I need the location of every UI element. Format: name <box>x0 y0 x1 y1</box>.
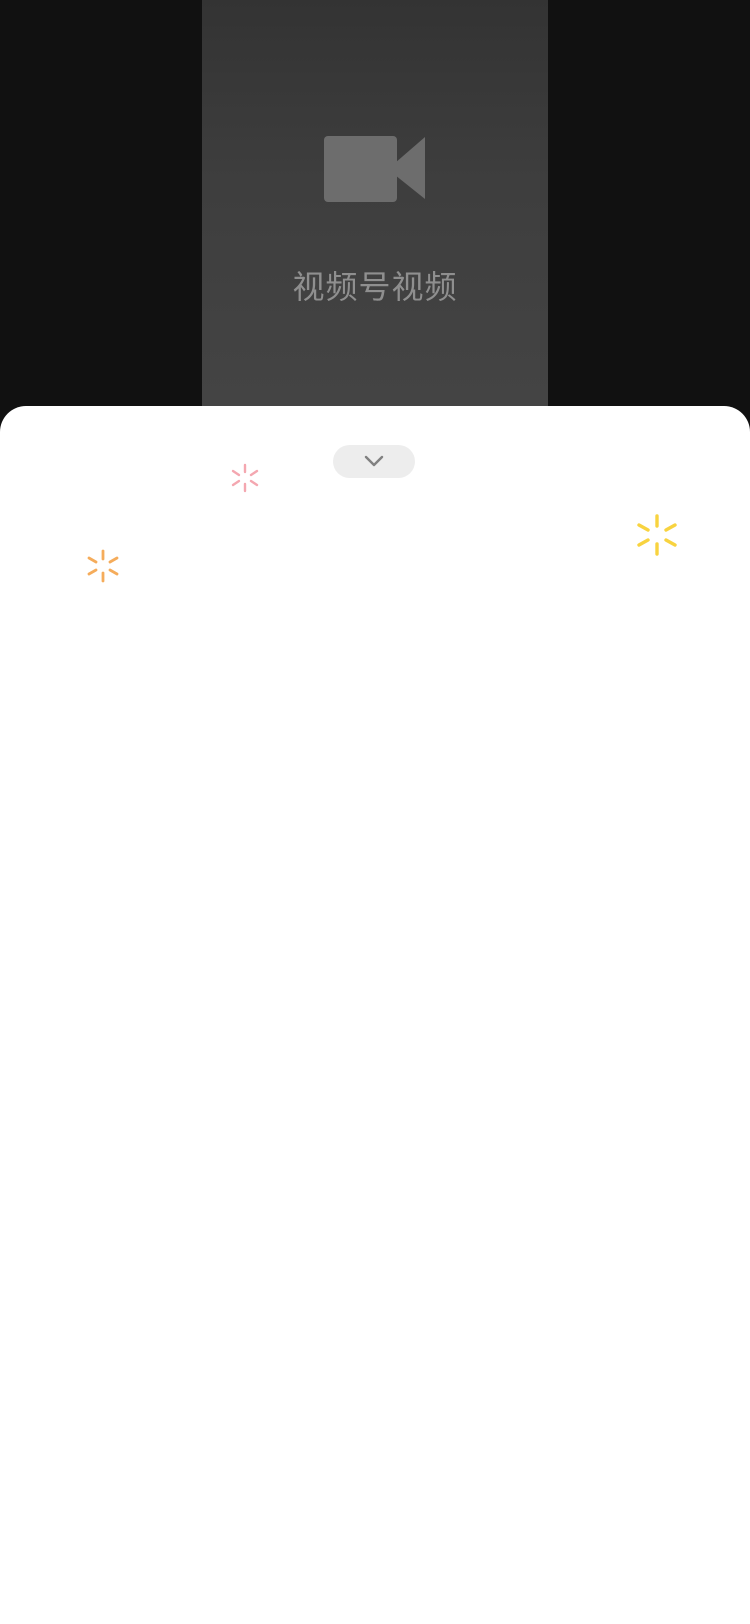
video-preview[interactable]: 视频号视频 <box>202 0 548 406</box>
video-label: 视频号视频 <box>292 268 458 306</box>
collapse-sheet-button[interactable] <box>333 445 415 478</box>
sparkle-icon <box>231 463 259 493</box>
sparkle-icon <box>637 514 677 556</box>
sparkle-icon <box>87 549 119 583</box>
chevron-down-icon <box>364 455 384 467</box>
video-camera-icon <box>324 136 425 202</box>
screen: 视频号视频 <box>0 0 750 1624</box>
bottom-sheet <box>0 406 750 1624</box>
